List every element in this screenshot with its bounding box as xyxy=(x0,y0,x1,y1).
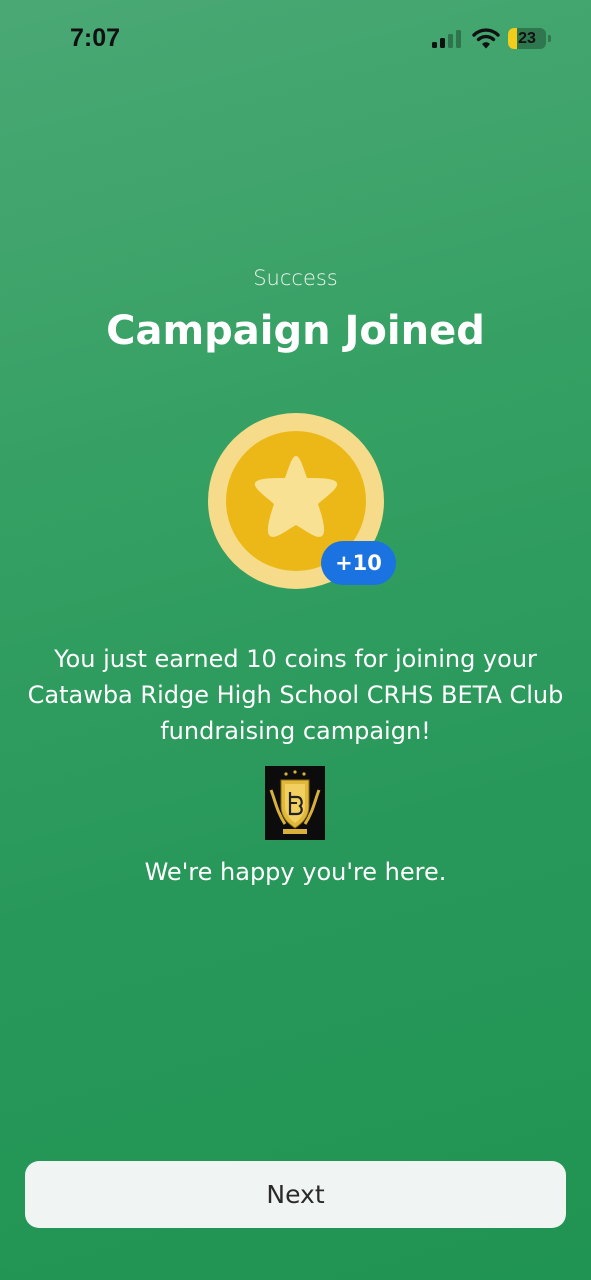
status-time: 7:07 xyxy=(70,24,121,52)
wifi-icon xyxy=(472,28,500,49)
battery-level: 23 xyxy=(518,30,536,47)
beta-club-logo xyxy=(265,766,325,840)
battery-icon: 23 xyxy=(508,28,546,49)
next-button[interactable]: Next xyxy=(25,1161,566,1228)
battery-nub xyxy=(548,35,551,42)
coin-reward-badge: +10 xyxy=(321,541,396,585)
success-subtitle: Success xyxy=(253,266,338,290)
page-title: Campaign Joined xyxy=(106,308,485,354)
reward-message: You just earned 10 coins for joining you… xyxy=(27,645,564,745)
status-bar: 7:07 23 xyxy=(0,0,591,80)
welcome-message: We're happy you're here. xyxy=(144,858,447,886)
signal-icon xyxy=(432,30,461,48)
